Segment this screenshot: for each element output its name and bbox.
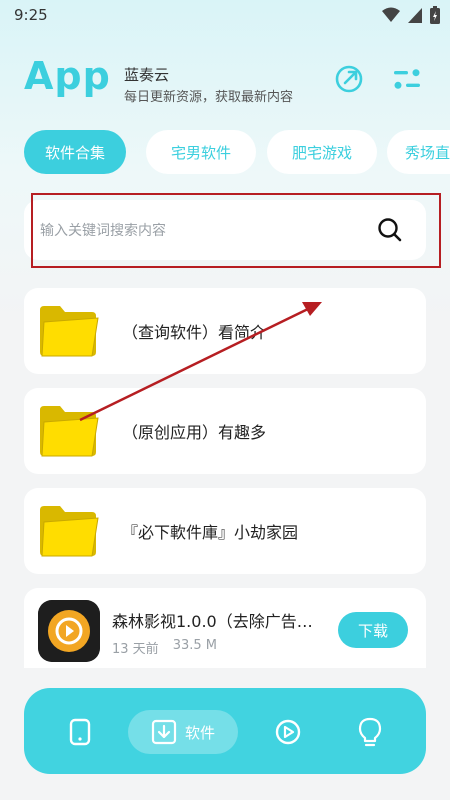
share-icon[interactable] bbox=[334, 64, 364, 94]
settings-icon[interactable] bbox=[392, 64, 422, 94]
nav-ideas[interactable] bbox=[350, 710, 390, 754]
folder-icon bbox=[40, 506, 99, 557]
annotation-highlight-box bbox=[31, 193, 441, 268]
tab-software-collection[interactable]: 软件合集 bbox=[24, 130, 126, 174]
folder-label: （原创应用）有趣多 bbox=[122, 423, 267, 442]
app-header: App 蓝奏云 每日更新资源，获取最新内容 bbox=[24, 54, 434, 105]
signal-icon bbox=[408, 8, 422, 23]
tab-show[interactable]: 秀场直 bbox=[387, 130, 450, 174]
bottom-navigation: 软件 bbox=[24, 688, 426, 774]
app-icon bbox=[38, 600, 100, 662]
list-item[interactable]: （查询软件）看简介 bbox=[24, 288, 426, 374]
play-icon bbox=[275, 719, 301, 745]
nav-software[interactable]: 软件 bbox=[128, 710, 238, 754]
nav-phone[interactable] bbox=[60, 710, 100, 754]
tab-otaku-software[interactable]: 宅男软件 bbox=[146, 130, 256, 174]
tab-games[interactable]: 肥宅游戏 bbox=[267, 130, 377, 174]
wifi-icon bbox=[382, 7, 400, 22]
folder-icon bbox=[40, 306, 99, 357]
category-tabs: 软件合集 宅男软件 肥宅游戏 秀场直 bbox=[24, 130, 450, 174]
folder-icon bbox=[40, 406, 99, 457]
app-updated-time: 13 天前 bbox=[112, 642, 159, 657]
folder-label: （查询软件）看简介 bbox=[122, 323, 267, 342]
nav-software-label: 软件 bbox=[184, 723, 215, 742]
app-name: 蓝奏云 bbox=[124, 66, 170, 84]
download-button[interactable]: 下载 bbox=[338, 612, 408, 648]
app-list-item[interactable]: 森林影视1.0.0（去除广告… 13 天前 33.5 M 下载 bbox=[24, 588, 426, 668]
app-meta: 13 天前 33.5 M bbox=[112, 638, 217, 657]
phone-icon bbox=[69, 718, 91, 746]
status-time: 9:25 bbox=[14, 6, 48, 24]
app-size: 33.5 M bbox=[172, 638, 217, 653]
app-logo-text: App bbox=[24, 54, 111, 98]
status-bar: 9:25 bbox=[0, 0, 450, 32]
list-item[interactable]: （原创应用）有趣多 bbox=[24, 388, 426, 474]
app-title: 森林影视1.0.0（去除广告… bbox=[112, 612, 313, 631]
download-icon bbox=[151, 719, 177, 745]
list-item[interactable]: 『必下軟件庫』小劫家园 bbox=[24, 488, 426, 574]
nav-video[interactable] bbox=[268, 710, 308, 754]
app-subtitle: 每日更新资源，获取最新内容 bbox=[124, 90, 294, 105]
status-icons bbox=[382, 6, 440, 24]
folder-label: 『必下軟件庫』小劫家园 bbox=[122, 523, 299, 542]
bulb-icon bbox=[358, 717, 382, 747]
battery-icon bbox=[430, 6, 440, 24]
